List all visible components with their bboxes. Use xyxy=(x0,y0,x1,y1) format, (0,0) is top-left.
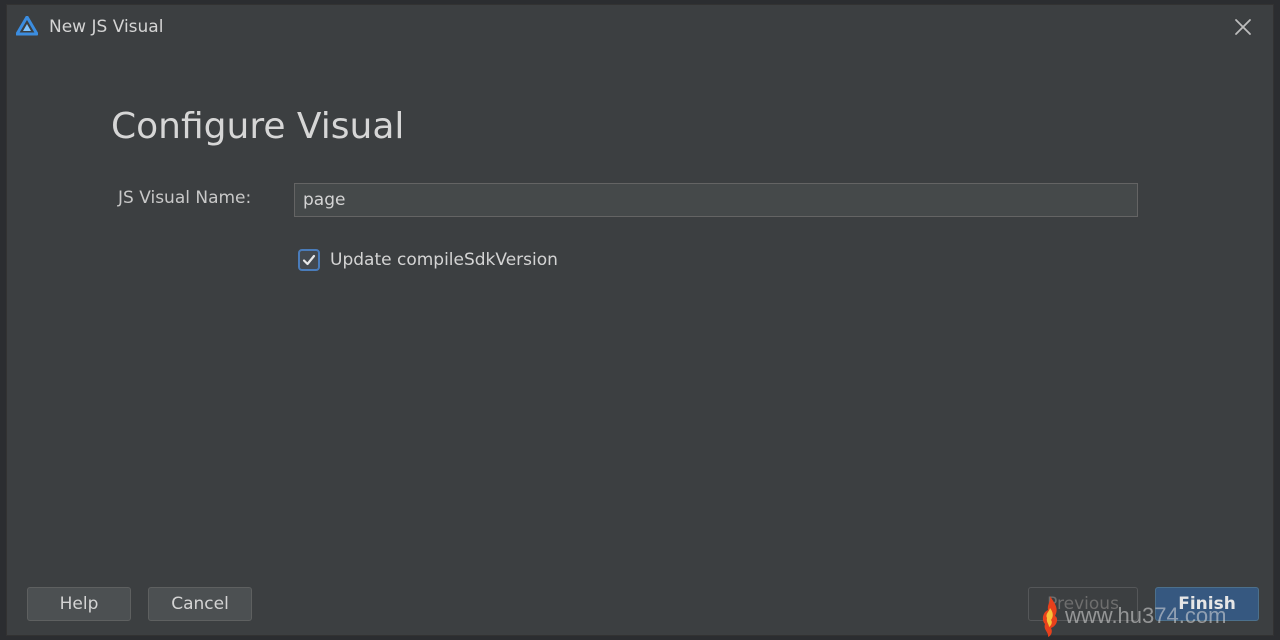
finish-button[interactable]: Finish xyxy=(1155,587,1259,621)
checkmark-icon xyxy=(302,254,316,266)
close-icon[interactable] xyxy=(1231,15,1255,39)
update-compile-sdk-label: Update compileSdkVersion xyxy=(330,250,558,270)
cancel-button[interactable]: Cancel xyxy=(148,587,252,621)
page-title: Configure Visual xyxy=(111,106,405,147)
js-visual-name-label: JS Visual Name: xyxy=(118,188,252,208)
help-button[interactable]: Help xyxy=(27,587,131,621)
dialog-title: New JS Visual xyxy=(49,17,164,37)
previous-button[interactable]: Previous xyxy=(1028,587,1138,621)
js-visual-name-input[interactable] xyxy=(294,183,1138,217)
dialog-titlebar: New JS Visual xyxy=(7,5,1273,49)
update-compile-sdk-option[interactable]: Update compileSdkVersion xyxy=(298,247,558,273)
harmony-app-icon xyxy=(15,15,39,36)
update-compile-sdk-checkbox[interactable] xyxy=(298,249,320,271)
new-js-visual-dialog: New JS Visual Configure Visual JS Visual… xyxy=(6,4,1274,637)
